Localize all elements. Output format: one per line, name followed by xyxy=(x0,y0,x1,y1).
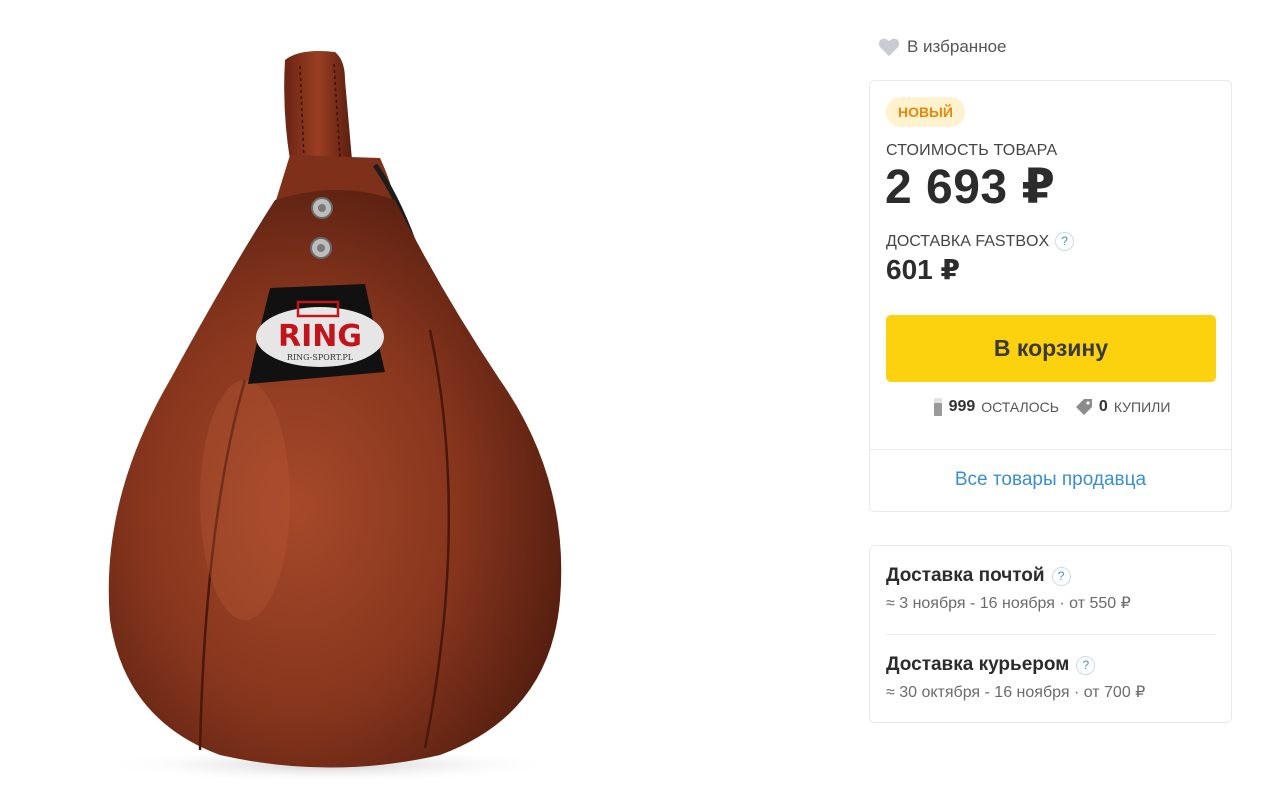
favorites-label: В избранное xyxy=(907,37,1007,56)
shipping-help-icon[interactable]: ? xyxy=(1076,655,1096,675)
add-to-favorites-button[interactable]: В избранное xyxy=(878,37,1007,57)
shipping-option-title: Доставка курьером xyxy=(886,654,1070,675)
product-page: RING RING-SPORT.PL В избранное НОВЫЙ СТО… xyxy=(0,0,1280,805)
seller-products-link[interactable]: Все товары продавца xyxy=(870,469,1231,491)
bought-label: КУПИЛИ xyxy=(1113,399,1171,415)
product-image[interactable]: RING RING-SPORT.PL xyxy=(0,0,800,805)
heart-icon xyxy=(878,38,900,57)
stock-stats: 999 ОСТАЛОСЬ 0 КУПИЛИ xyxy=(870,397,1233,417)
delivery-label: ДОСТАВКА FASTBOX xyxy=(886,232,1050,250)
brand-logo-text: RING xyxy=(278,319,362,354)
shipping-option-title: Доставка почтой xyxy=(886,565,1045,586)
shipping-divider xyxy=(886,634,1216,635)
bought-count-stat: 0 КУПИЛИ xyxy=(1075,398,1171,416)
stock-remaining: 999 ОСТАЛОСЬ xyxy=(933,397,1059,417)
condition-badge: НОВЫЙ xyxy=(886,97,965,127)
shipping-option-details: ≈ 3 ноября - 16 ноября · от 550 ₽ xyxy=(886,595,1131,612)
brand-logo-subtext: RING-SPORT.PL xyxy=(287,353,354,362)
punching-bag-image: RING RING-SPORT.PL xyxy=(100,51,562,783)
delivery-row: ДОСТАВКА FASTBOX ? xyxy=(886,232,1075,251)
shipping-option-details: ≈ 30 октября - 16 ноября · от 700 ₽ xyxy=(886,684,1146,701)
stock-level-icon xyxy=(933,398,942,416)
shipping-option-courier: Доставка курьером ? ≈ 30 октября - 16 но… xyxy=(886,654,1216,702)
delivery-help-icon[interactable]: ? xyxy=(1055,232,1075,251)
card-divider xyxy=(870,449,1231,450)
stock-count: 999 xyxy=(948,398,976,415)
offer-card: НОВЫЙ СТОИМОСТЬ ТОВАРА 2 693 ₽ ДОСТАВКА … xyxy=(869,80,1232,512)
stock-label: ОСТАЛОСЬ xyxy=(981,399,1059,415)
shipping-help-icon[interactable]: ? xyxy=(1051,566,1071,586)
shipping-option-post: Доставка почтой ? ≈ 3 ноября - 16 ноября… xyxy=(886,565,1216,613)
bought-count: 0 xyxy=(1098,398,1108,415)
shipping-options-card: Доставка почтой ? ≈ 3 ноября - 16 ноября… xyxy=(869,545,1232,723)
tag-icon xyxy=(1075,399,1092,415)
delivery-price: 601 ₽ xyxy=(886,254,960,285)
price-label: СТОИМОСТЬ ТОВАРА xyxy=(886,142,1058,159)
price-value: 2 693 ₽ xyxy=(885,161,1056,214)
add-to-cart-button[interactable]: В корзину xyxy=(886,315,1216,382)
